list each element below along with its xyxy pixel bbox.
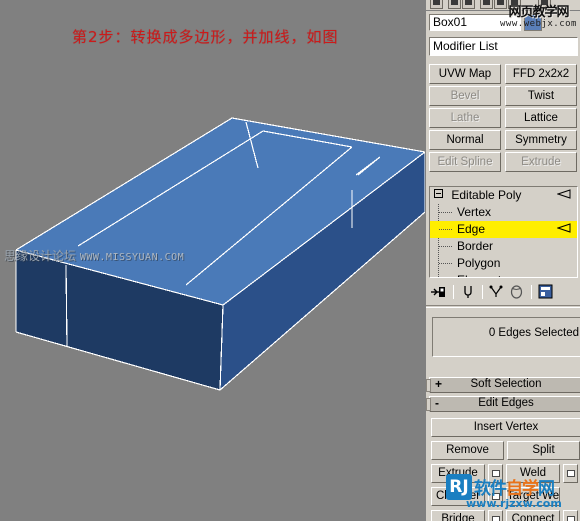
- modifier-button-sets[interactable]: UVW Map FFD 2x2x2 Bevel Twist Lathe Latt…: [429, 64, 578, 174]
- viewport-watermark-url: WWW.MISSYUAN.COM: [79, 252, 185, 263]
- rollout-label: Soft Selection: [470, 378, 542, 390]
- extrude-settings-button[interactable]: [488, 464, 503, 483]
- stack-subitem-label: Element: [457, 273, 501, 277]
- stack-item-label: Editable Poly: [451, 188, 522, 202]
- viewport-watermark-name: 思缘设计论坛: [4, 249, 77, 263]
- viewport-watermark: 思缘设计论坛 WWW.MISSYUAN.COM: [4, 247, 184, 264]
- remove-modifier-icon[interactable]: [507, 283, 526, 300]
- light-bulb-toggle-icon[interactable]: [557, 189, 571, 201]
- stack-subitem-label: Edge: [457, 222, 486, 236]
- panel-toolbar-strip[interactable]: [426, 0, 580, 11]
- weld-button[interactable]: Weld: [506, 464, 560, 483]
- rollout-expand-state: +: [435, 377, 443, 391]
- modifier-button-normal[interactable]: Normal: [429, 130, 501, 150]
- stack-subitem-label: Border: [457, 239, 494, 253]
- panel-separator: [426, 305, 580, 308]
- toolbar-icon-2[interactable]: [448, 0, 461, 9]
- stack-subitem-edge[interactable]: Edge: [430, 221, 577, 238]
- tree-branch-icon: [439, 263, 452, 264]
- remove-button[interactable]: Remove: [431, 441, 504, 460]
- modifier-button-uvw-map[interactable]: UVW Map: [429, 64, 501, 84]
- toolbar-icon-3[interactable]: [462, 0, 475, 9]
- insert-vertex-button[interactable]: Insert Vertex: [431, 418, 580, 437]
- viewport-perspective[interactable]: 第2步：转换成多边形，并加线，如图 思缘设计论坛 WWW.MISSYUAN.CO…: [0, 0, 425, 521]
- toolbar-icon-1[interactable]: [430, 0, 443, 9]
- bridge-settings-button[interactable]: [488, 510, 503, 521]
- rollout-expand-state: -: [435, 396, 439, 410]
- stack-subitem-label: Polygon: [457, 256, 501, 270]
- connect-settings-button[interactable]: [563, 510, 578, 521]
- stack-subitem-element[interactable]: Element: [430, 272, 577, 277]
- connect-button[interactable]: Connect: [506, 510, 560, 521]
- split-button[interactable]: Split: [507, 441, 580, 460]
- stack-subitem-vertex[interactable]: Vertex: [430, 204, 577, 221]
- command-panel[interactable]: Box01 Modifier List UVW Map FFD 2x2x2 Be…: [425, 0, 580, 521]
- stack-subitem-label: Vertex: [457, 205, 492, 219]
- rollout-soft-selection[interactable]: + Soft Selection: [426, 377, 580, 393]
- toolbar-icon-6[interactable]: [508, 0, 521, 9]
- bridge-button[interactable]: Bridge: [431, 510, 485, 521]
- toolbar-icon-7[interactable]: [538, 0, 551, 9]
- modifier-stack-toolbar[interactable]: [429, 281, 580, 302]
- extrude-button[interactable]: Extrude: [431, 464, 485, 483]
- modifier-button-ffd-2x2x2[interactable]: FFD 2x2x2: [505, 64, 577, 84]
- toolbar-icon-4[interactable]: [480, 0, 493, 9]
- show-end-result-icon[interactable]: [458, 283, 477, 300]
- light-bulb-toggle-icon[interactable]: [557, 223, 571, 235]
- collapse-icon[interactable]: [434, 189, 443, 198]
- pin-stack-icon[interactable]: [429, 283, 448, 300]
- toolbar-divider: [482, 284, 483, 299]
- modifier-button-lattice[interactable]: Lattice: [505, 108, 577, 128]
- stack-subitem-border[interactable]: Border: [430, 238, 577, 255]
- chamfer-settings-button[interactable]: [488, 487, 503, 506]
- target-weld-button[interactable]: Target Weld: [506, 487, 560, 506]
- modifier-button-lathe[interactable]: Lathe: [429, 108, 501, 128]
- tree-branch-icon: [439, 212, 452, 213]
- rollout-label: Edit Edges: [478, 397, 534, 409]
- tree-branch-icon: [439, 246, 452, 247]
- configure-modifier-sets-icon[interactable]: [536, 283, 555, 300]
- chamfer-button[interactable]: Chamfer: [431, 487, 485, 506]
- make-unique-icon[interactable]: [487, 283, 506, 300]
- modifier-button-twist[interactable]: Twist: [505, 86, 577, 106]
- weld-settings-button[interactable]: [563, 464, 578, 483]
- modifier-button-edit-spline[interactable]: Edit Spline: [429, 152, 501, 172]
- selection-info-box: 0 Edges Selected: [432, 317, 580, 357]
- object-color-swatch[interactable]: [524, 14, 542, 31]
- toolbar-divider: [531, 284, 532, 299]
- object-name-input[interactable]: Box01: [429, 14, 521, 31]
- modifier-stack-list[interactable]: Editable Poly Vertex Edge Border Polygon: [429, 186, 578, 278]
- edit-edges-controls[interactable]: Insert Vertex Remove Split Extrude Weld …: [431, 418, 580, 521]
- modifier-list-dropdown[interactable]: Modifier List: [429, 37, 578, 56]
- app-window: 第2步：转换成多边形，并加线，如图 思缘设计论坛 WWW.MISSYUAN.CO…: [0, 0, 580, 521]
- rollout-edit-edges[interactable]: - Edit Edges: [426, 396, 580, 412]
- modifier-button-extrude[interactable]: Extrude: [505, 152, 577, 172]
- toolbar-icon-5[interactable]: [494, 0, 507, 9]
- toolbar-divider: [453, 284, 454, 299]
- modifier-button-symmetry[interactable]: Symmetry: [505, 130, 577, 150]
- tree-branch-icon: [439, 229, 452, 230]
- modifier-button-bevel[interactable]: Bevel: [429, 86, 501, 106]
- selection-count-label: 0 Edges Selected: [488, 327, 579, 339]
- stack-subitem-polygon[interactable]: Polygon: [430, 255, 577, 272]
- stack-item-editable-poly[interactable]: Editable Poly: [430, 187, 577, 204]
